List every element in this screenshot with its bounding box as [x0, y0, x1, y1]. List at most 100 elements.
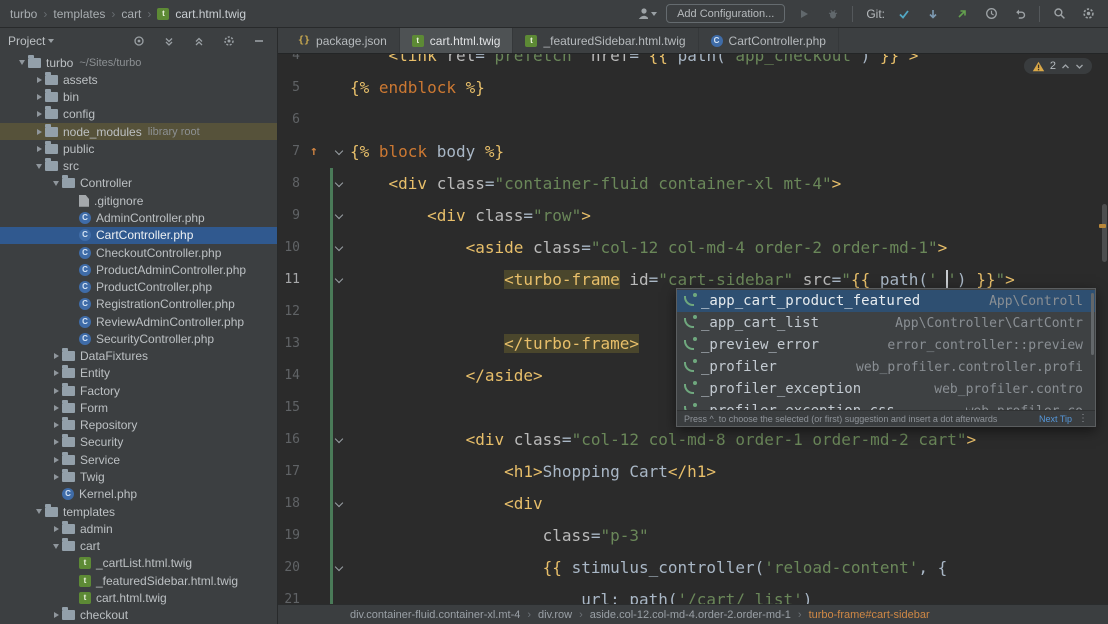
next-tip-link[interactable]: Next Tip [1039, 414, 1072, 424]
breadcrumb-item[interactable]: div.container-fluid.container-xl.mt-4 [350, 609, 520, 621]
fold-icon[interactable] [334, 562, 344, 572]
tree-item-checkoutcontroller-php[interactable]: C CheckoutController.php [0, 244, 277, 261]
tree-item-controller[interactable]: Controller [0, 175, 277, 192]
tree-item-datafixtures[interactable]: DataFixtures [0, 348, 277, 365]
code-line[interactable]: 19 class="p-3" [278, 520, 1108, 552]
fold-icon[interactable] [334, 210, 344, 220]
breadcrumb-item[interactable]: aside.col-12.col-md-4.order-2.order-md-1 [590, 609, 791, 621]
tree-item-productadmincontroller-php[interactable]: C ProductAdminController.php [0, 261, 277, 278]
code-editor[interactable]: 4 <link rel="prefetch" href="{{ path('ap… [278, 54, 1108, 604]
completion-item[interactable]: _profiler_exception_css web_profiler.co [677, 400, 1095, 410]
fold-icon[interactable] [334, 242, 344, 252]
title-breadcrumb-item[interactable]: templates [53, 7, 105, 21]
warning-stripe-mark[interactable] [1099, 224, 1106, 228]
code-line[interactable]: 8 <div class="container-fluid container-… [278, 168, 1108, 200]
tree-item-admin[interactable]: admin [0, 520, 277, 537]
block-override-icon[interactable]: ↑ [310, 136, 318, 168]
locate-file-icon[interactable] [129, 31, 149, 51]
editor-tab-package-json[interactable]: {} package.json [286, 28, 400, 53]
tree-item-productcontroller-php[interactable]: C ProductController.php [0, 278, 277, 295]
editor-tab-featuredsidebar-html-twig[interactable]: t _featuredSidebar.html.twig [513, 28, 699, 53]
code-line[interactable]: 7 ↑ {% block body %} [278, 136, 1108, 168]
tree-item-templates[interactable]: templates [0, 503, 277, 520]
editor-tab-cartcontroller-php[interactable]: C CartController.php [699, 28, 839, 53]
tree-item-node-modules[interactable]: node_modules library root [0, 123, 277, 141]
title-breadcrumb-item[interactable]: cart [121, 7, 141, 21]
title-breadcrumb-item[interactable]: cart.html.twig [175, 7, 246, 21]
tree-item-security[interactable]: Security [0, 434, 277, 451]
tree-item-kernel-php[interactable]: C Kernel.php [0, 486, 277, 503]
settings-gear-icon[interactable] [1078, 4, 1098, 24]
tree-item-bin[interactable]: bin [0, 89, 277, 106]
tree-item-cartcontroller-php[interactable]: C CartController.php [0, 226, 277, 244]
tree-item-registrationcontroller-php[interactable]: C RegistrationController.php [0, 296, 277, 313]
next-issue-icon[interactable] [1075, 63, 1084, 70]
tree-toggle-icon[interactable] [16, 60, 28, 65]
tree-toggle-icon[interactable] [50, 612, 62, 618]
completion-item[interactable]: _profiler web_profiler.controller.profi [677, 356, 1095, 378]
tree-item-cartlist-html-twig[interactable]: t _cartList.html.twig [0, 555, 277, 572]
git-push-icon[interactable] [952, 4, 972, 24]
completion-item[interactable]: _app_cart_product_featured App\Controll [677, 290, 1095, 312]
tree-item-repository[interactable]: Repository [0, 417, 277, 434]
code-line[interactable]: 5 {% endblock %} [278, 72, 1108, 104]
tree-item-form[interactable]: Form [0, 399, 277, 416]
code-line[interactable]: 21 url: path('/cart/_list') [278, 584, 1108, 604]
completion-item[interactable]: _preview_error error_controller::preview [677, 334, 1095, 356]
tree-toggle-icon[interactable] [50, 388, 62, 394]
tree-toggle-icon[interactable] [50, 526, 62, 532]
breadcrumb-item[interactable]: div.row [538, 609, 572, 621]
tree-item-cart[interactable]: cart [0, 537, 277, 554]
user-icon[interactable] [637, 4, 658, 24]
panel-settings-gear-icon[interactable] [219, 31, 239, 51]
tree-toggle-icon[interactable] [50, 405, 62, 411]
code-line[interactable]: 17 <h1>Shopping Cart</h1> [278, 456, 1108, 488]
editor-scrollbar[interactable] [1102, 204, 1107, 262]
breadcrumb-item[interactable]: turbo-frame#cart-sidebar [809, 609, 930, 621]
collapse-all-icon[interactable] [189, 31, 209, 51]
tree-item-service[interactable]: Service [0, 451, 277, 468]
tree-toggle-icon[interactable] [50, 353, 62, 359]
hide-panel-icon[interactable] [249, 31, 269, 51]
local-history-icon[interactable] [981, 4, 1001, 24]
completion-item[interactable]: _profiler_exception web_profiler.contro [677, 378, 1095, 400]
editor-tab-cart-html-twig[interactable]: t cart.html.twig [399, 28, 514, 53]
tree-toggle-icon[interactable] [33, 111, 45, 117]
git-update-icon[interactable] [923, 4, 943, 24]
tree-item-securitycontroller-php[interactable]: C SecurityController.php [0, 330, 277, 347]
tree-item-turbo[interactable]: turbo ~/Sites/turbo [0, 54, 277, 71]
code-line[interactable]: 20 {{ stimulus_controller('reload-conten… [278, 552, 1108, 584]
tree-toggle-icon[interactable] [33, 77, 45, 83]
tree-toggle-icon[interactable] [50, 474, 62, 480]
tree-item-factory[interactable]: Factory [0, 382, 277, 399]
fold-icon[interactable] [334, 178, 344, 188]
git-commit-icon[interactable] [894, 4, 914, 24]
tree-toggle-icon[interactable] [50, 457, 62, 463]
inspection-widget[interactable]: 2 [1023, 58, 1092, 74]
code-line[interactable]: 9 <div class="row"> [278, 200, 1108, 232]
tree-item-twig[interactable]: Twig [0, 468, 277, 485]
tree-toggle-icon[interactable] [33, 146, 45, 152]
popup-scrollbar[interactable] [1091, 293, 1094, 355]
tree-item-featuredsidebar-html-twig[interactable]: t _featuredSidebar.html.twig [0, 572, 277, 589]
tree-toggle-icon[interactable] [33, 509, 45, 514]
tree-item-public[interactable]: public [0, 140, 277, 157]
tree-item-reviewadmincontroller-php[interactable]: C ReviewAdminController.php [0, 313, 277, 330]
expand-all-icon[interactable] [159, 31, 179, 51]
tree-item-assets[interactable]: assets [0, 71, 277, 88]
code-line[interactable]: 6 [278, 104, 1108, 136]
debug-icon[interactable] [823, 4, 843, 24]
prev-issue-icon[interactable] [1061, 63, 1070, 70]
tree-toggle-icon[interactable] [50, 181, 62, 186]
code-line[interactable]: 16 <div class="col-12 col-md-8 order-1 o… [278, 424, 1108, 456]
run-icon[interactable] [794, 4, 814, 24]
fold-icon[interactable] [334, 498, 344, 508]
code-line[interactable]: 18 <div [278, 488, 1108, 520]
tree-toggle-icon[interactable] [50, 422, 62, 428]
tree-toggle-icon[interactable] [33, 129, 45, 135]
undo-icon[interactable] [1010, 4, 1030, 24]
add-configuration-button[interactable]: Add Configuration... [666, 4, 786, 23]
tree-toggle-icon[interactable] [33, 94, 45, 100]
popup-menu-icon[interactable]: ⋮ [1078, 413, 1088, 424]
completion-item[interactable]: _app_cart_list App\Controller\CartContr [677, 312, 1095, 334]
